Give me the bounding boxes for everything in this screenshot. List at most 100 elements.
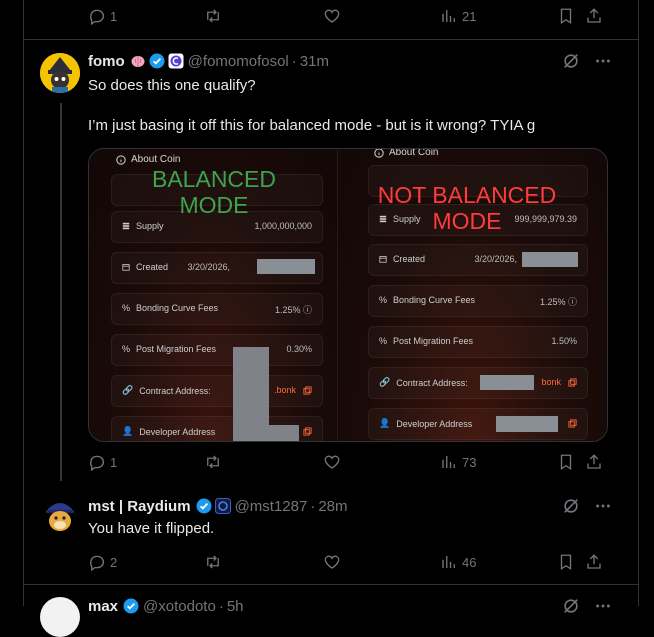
contract-address-row: 🔗 Contract Address: bonk: [368, 367, 588, 399]
reply-button[interactable]: 2: [88, 550, 117, 574]
user-icon: 👤: [122, 426, 134, 436]
verified-badge-icon: [123, 598, 139, 614]
more-options-icon[interactable]: [594, 497, 612, 515]
tweet2-header: mst | Raydium @mst1287 · 28m: [88, 496, 348, 516]
display-name[interactable]: max: [88, 598, 118, 615]
bookmark-icon: [560, 8, 572, 25]
timestamp[interactable]: 28m: [318, 498, 347, 515]
retweet-button[interactable]: [204, 550, 222, 574]
percent-icon: %: [122, 344, 131, 354]
calendar-icon: [379, 256, 387, 263]
percent-icon: %: [379, 295, 388, 305]
post-migration-row: % Post Migration Fees 0.30%: [111, 334, 323, 366]
grok-icon[interactable]: [562, 497, 580, 515]
views-count: 73: [462, 454, 477, 470]
tweet0-action-bar: 1 21: [88, 4, 608, 28]
share-icon: [587, 554, 601, 569]
reply-icon: [90, 9, 105, 25]
copy-icon: [303, 427, 312, 436]
link-icon: 🔗: [122, 385, 134, 395]
redacted-box: [522, 252, 578, 267]
tweet3-top-right: [562, 597, 612, 615]
affiliate-badge-icon: [168, 53, 184, 69]
copy-icon: [568, 419, 577, 428]
timestamp[interactable]: 5h: [227, 598, 244, 615]
analytics-icon: [442, 10, 455, 22]
analytics-icon: [442, 456, 455, 468]
views-count: 21: [462, 8, 477, 24]
reply-icon: [90, 455, 105, 471]
bookmark-icon: [560, 554, 572, 571]
copy-icon: [568, 378, 577, 387]
more-options-icon[interactable]: [594, 597, 612, 615]
verified-badge-icon: [196, 498, 212, 514]
display-name[interactable]: mst | Raydium: [88, 498, 191, 515]
info-icon: [116, 154, 126, 165]
like-button[interactable]: [323, 450, 341, 474]
display-name[interactable]: fomo: [88, 53, 125, 70]
avatar[interactable]: [40, 53, 80, 93]
retweet-button[interactable]: [204, 450, 222, 474]
tweet-divider: [23, 39, 638, 40]
reply-icon: [90, 555, 105, 571]
reply-button[interactable]: 1: [88, 450, 117, 474]
link-icon: 🔗: [379, 377, 391, 387]
bonding-curve-row: % Bonding Curve Fees 1.25% ⓘ: [111, 293, 323, 325]
share-icon: [587, 8, 601, 23]
retweet-icon: [207, 555, 219, 569]
grok-icon[interactable]: [562, 597, 580, 615]
heart-icon: [324, 555, 340, 569]
reply-count: 1: [110, 8, 118, 24]
brain-emoji-icon: [130, 53, 146, 69]
timestamp[interactable]: 31m: [300, 53, 329, 70]
views-button[interactable]: 21: [440, 4, 476, 28]
retweet-button[interactable]: [204, 4, 222, 28]
retweet-icon: [207, 9, 219, 23]
like-button[interactable]: [323, 550, 341, 574]
tweet1-header: fomo @fomomofosol · 31m: [88, 51, 329, 71]
overlay-label-balanced: BALANCED MODE: [152, 166, 276, 218]
contract-address-row: 🔗 Contract Address: .bonk: [111, 375, 323, 407]
more-options-icon[interactable]: [594, 52, 612, 70]
share-button[interactable]: [585, 450, 603, 474]
bookmark-button[interactable]: [557, 4, 575, 28]
media-left-panel: About Coin Supply 1,000,000,000 Created …: [89, 149, 337, 441]
avatar[interactable]: [40, 495, 80, 535]
tweet-text-line2: I’m just basing it off this for balanced…: [88, 117, 536, 134]
avatar-image-icon: [40, 495, 80, 535]
user-icon: 👤: [379, 418, 391, 428]
username-handle[interactable]: @xotodoto: [143, 598, 216, 615]
tweet1-action-bar: 1 73: [88, 450, 608, 474]
tweet3-header: max @xotodoto · 5h: [88, 596, 244, 616]
views-button[interactable]: 73: [440, 450, 476, 474]
dot-separator: ·: [218, 597, 224, 615]
bonding-curve-row: % Bonding Curve Fees 1.25% ⓘ: [368, 285, 588, 317]
heart-icon: [324, 9, 340, 23]
redacted-box: [233, 425, 299, 441]
coins-icon: [122, 222, 130, 230]
verified-badge-icon: [149, 53, 165, 69]
username-handle[interactable]: @fomomofosol: [188, 53, 289, 70]
tweet2-action-bar: 2 46: [88, 550, 608, 574]
analytics-icon: [442, 556, 455, 568]
tweet-media-image[interactable]: About Coin Supply 1,000,000,000 Created …: [88, 148, 608, 442]
views-button[interactable]: 46: [440, 550, 476, 574]
share-button[interactable]: [585, 4, 603, 28]
username-handle[interactable]: @mst1287: [235, 498, 308, 515]
percent-icon: %: [379, 336, 388, 346]
grok-icon[interactable]: [562, 52, 580, 70]
avatar[interactable]: [40, 597, 80, 637]
bookmark-button[interactable]: [557, 550, 575, 574]
dot-separator: ·: [291, 52, 297, 70]
bookmark-button[interactable]: [557, 450, 575, 474]
reply-count: 1: [110, 454, 118, 470]
share-button[interactable]: [585, 550, 603, 574]
like-button[interactable]: [323, 4, 341, 28]
share-icon: [587, 454, 601, 469]
views-count: 46: [462, 554, 477, 570]
reply-button[interactable]: 1: [88, 4, 117, 28]
about-coin-title: About Coin: [374, 149, 438, 158]
retweet-icon: [207, 455, 219, 469]
avatar-image-icon: [40, 53, 80, 93]
info-icon: [374, 149, 384, 158]
